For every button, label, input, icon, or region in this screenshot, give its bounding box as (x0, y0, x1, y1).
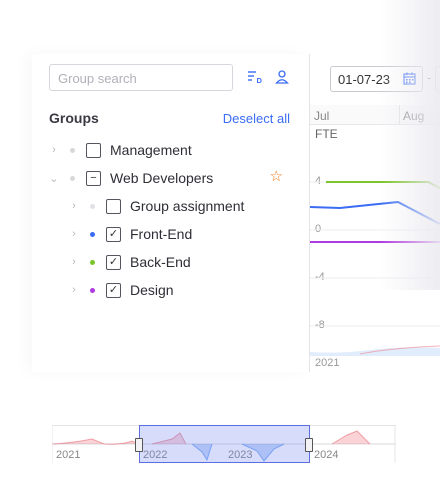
svg-text:D: D (257, 76, 263, 85)
group-color-dot (90, 259, 95, 265)
chevron-right-icon[interactable]: › (69, 284, 79, 296)
mini-year-label: 2021 (315, 357, 340, 369)
timeline-chart: 01-07-23 - Jul Aug FTE 4 0 -4 -8 2021 (310, 54, 440, 372)
navigator-selection[interactable] (139, 425, 310, 463)
timeline-navigator[interactable]: 2021 2022 2023 2024 (52, 425, 396, 463)
deselect-all-link[interactable]: Deselect all (223, 111, 290, 126)
checkbox[interactable] (86, 142, 101, 158)
checkbox[interactable]: − (86, 170, 101, 186)
tree-item-front-end[interactable]: › ✓ Front-End (69, 223, 192, 245)
checkbox[interactable] (106, 198, 121, 214)
sort-filter-icon[interactable]: D (246, 68, 264, 86)
checkbox[interactable]: ✓ (106, 226, 121, 242)
navigator-right-handle[interactable] (305, 438, 313, 452)
chart-lines (310, 181, 440, 356)
navigator-year-label: 2021 (56, 449, 81, 461)
tree-item-label: Front-End (130, 226, 193, 242)
tree-item-label: Group assignment (130, 198, 245, 214)
groups-heading: Groups (49, 110, 99, 126)
tree-item-management[interactable]: › Management (49, 139, 192, 161)
checkbox[interactable]: ✓ (106, 282, 121, 298)
tree-item-label: Web Developers (110, 170, 214, 186)
chevron-down-icon[interactable]: ⌄ (49, 173, 59, 185)
star-icon[interactable]: ☆ (270, 167, 283, 185)
groups-panel: Group search D Groups Deselect all › Man… (32, 54, 310, 372)
chevron-right-icon[interactable]: › (69, 256, 79, 268)
backend-series-line (326, 181, 440, 189)
tree-item-label: Design (130, 282, 174, 298)
chevron-right-icon[interactable]: › (69, 228, 79, 240)
checkbox[interactable]: ✓ (106, 254, 121, 270)
user-icon[interactable] (273, 68, 291, 86)
tree-item-web-developers[interactable]: ⌄ − Web Developers ☆ (49, 167, 299, 189)
chevron-right-icon[interactable]: › (49, 144, 59, 156)
tree-item-group-assignment[interactable]: › Group assignment (69, 195, 244, 217)
search-input[interactable]: Group search (49, 64, 233, 91)
tree-item-label: Back-End (130, 254, 191, 270)
group-color-dot (90, 231, 95, 237)
group-color-dot (70, 175, 75, 181)
navigator-year-label: 2024 (314, 449, 339, 461)
frontend-series-line (310, 200, 440, 225)
tree-item-design[interactable]: › ✓ Design (69, 279, 174, 301)
tree-item-label: Management (110, 142, 192, 158)
chevron-right-icon[interactable]: › (69, 200, 79, 212)
group-color-dot (90, 287, 95, 293)
group-color-dot (70, 147, 75, 153)
group-color-dot (90, 203, 95, 209)
navigator-left-handle[interactable] (135, 438, 143, 452)
tree-item-back-end[interactable]: › ✓ Back-End (69, 251, 191, 273)
